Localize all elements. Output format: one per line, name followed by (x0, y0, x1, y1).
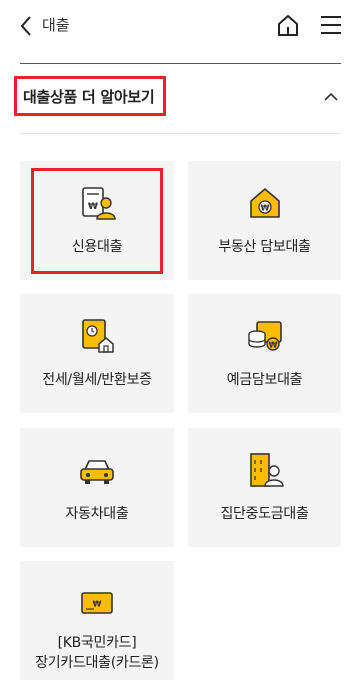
svg-text:₩: ₩ (268, 341, 277, 350)
home-icon (278, 15, 298, 36)
svg-text:₩: ₩ (93, 600, 102, 609)
apartment-person-icon (249, 453, 284, 487)
section-title: 대출상품 더 알아보기 (14, 76, 166, 116)
product-card-deposit-loan[interactable]: ₩ 예금담보대출 (188, 294, 341, 413)
product-card-credit-loan[interactable]: ₩ 신용대출 (20, 161, 174, 280)
chevron-up-icon (324, 92, 338, 101)
hamburger-menu-icon (321, 16, 341, 34)
chevron-left-icon (20, 16, 31, 36)
product-card-real-estate-loan[interactable]: ₩ 부동산 담보대출 (188, 161, 341, 280)
svg-text:₩: ₩ (260, 204, 269, 213)
product-label: 부동산 담보대출 (218, 239, 311, 255)
product-card-card-loan[interactable]: ₩ [KB국민카드] 장기카드대출(카드론) (20, 561, 174, 680)
product-card-group-loan[interactable]: 집단중도금대출 (188, 428, 341, 547)
house-won-icon: ₩ (249, 188, 280, 218)
product-label: 자동차대출 (65, 506, 129, 522)
section-divider (20, 133, 341, 134)
product-label-line1: [KB국민카드] (57, 635, 137, 651)
deposit-coin-icon: ₩ (247, 321, 282, 351)
product-label: 집단중도금대출 (220, 506, 309, 522)
product-label: 신용대출 (71, 239, 123, 255)
svg-text:₩: ₩ (88, 202, 98, 212)
product-label: 예금담보대출 (226, 372, 303, 388)
page-title: 대출 (42, 16, 70, 34)
back-button[interactable] (14, 12, 38, 40)
product-card-car-loan[interactable]: 자동차대출 (20, 428, 174, 547)
credit-loan-icon: ₩ (82, 187, 116, 220)
menu-button[interactable] (318, 12, 344, 38)
section-toggle[interactable]: 대출상품 더 알아보기 (0, 64, 361, 134)
home-button[interactable] (275, 12, 301, 38)
product-card-lease-guarantee[interactable]: 전세/월세/반환보증 (20, 294, 174, 413)
card-icon: ₩ (81, 592, 113, 614)
product-label-line2: 장기카드대출(카드론) (35, 655, 159, 671)
product-label: 전세/월세/반환보증 (42, 372, 152, 388)
top-header: 대출 (0, 0, 361, 56)
product-label: [KB국민카드] 장기카드대출(카드론) (35, 633, 159, 673)
car-icon (80, 460, 114, 484)
lease-deposit-icon (82, 319, 114, 353)
